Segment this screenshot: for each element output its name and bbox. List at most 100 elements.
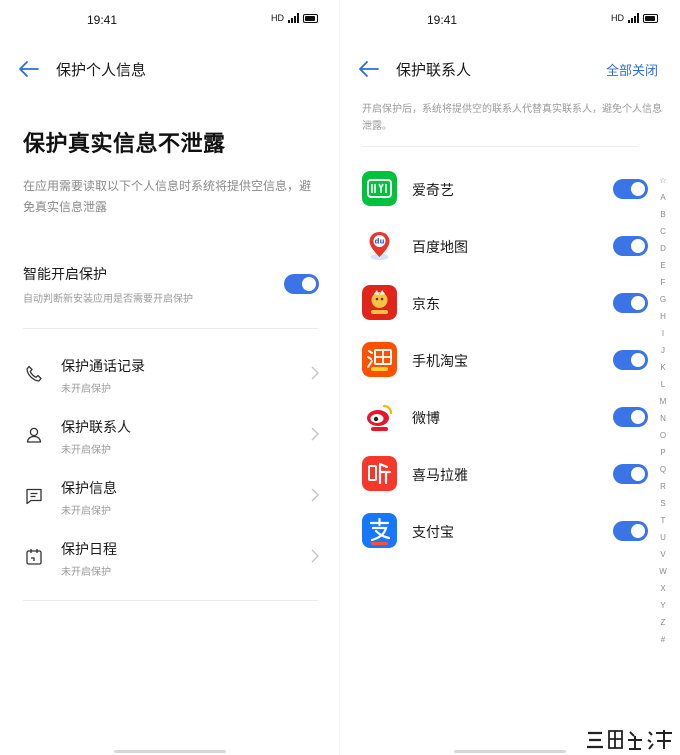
smart-protect-toggle[interactable] xyxy=(284,274,319,294)
status-bar: 19:41 HD xyxy=(340,10,680,32)
menu-item-contacts[interactable]: 保护联系人 未开启保护 xyxy=(0,413,340,463)
app-toggle-iqiyi[interactable] xyxy=(613,179,648,199)
app-row-baidu-map: du 百度地图 xyxy=(340,226,680,266)
index-letter[interactable]: P xyxy=(656,448,670,465)
index-letter[interactable]: ☆ xyxy=(656,176,670,193)
index-letter[interactable]: U xyxy=(656,533,670,550)
status-time: 19:41 xyxy=(427,13,458,27)
app-row-taobao: 手机淘宝 xyxy=(340,340,680,380)
app-name: 喜马拉雅 xyxy=(412,468,468,484)
index-letter[interactable]: C xyxy=(656,227,670,244)
index-letter[interactable]: R xyxy=(656,482,670,499)
index-letter[interactable]: X xyxy=(656,584,670,601)
app-row-jd: 京东 xyxy=(340,283,680,323)
battery-icon xyxy=(303,13,318,23)
app-toggle-alipay[interactable] xyxy=(613,521,648,541)
header: 保护个人信息 xyxy=(0,56,340,82)
status-icons: HD xyxy=(271,13,318,23)
message-icon xyxy=(26,488,42,505)
app-name: 手机淘宝 xyxy=(412,354,468,370)
chevron-right-icon xyxy=(311,549,319,563)
app-toggle-jd[interactable] xyxy=(613,293,648,313)
battery-icon xyxy=(643,13,658,23)
app-row-weibo: 微博 xyxy=(340,397,680,437)
contacts-description: 开启保护后，系统将提供空的联系人代替真实联系人，避免个人信息泄露。 xyxy=(362,104,662,132)
protect-contacts-screen: 19:41 HD 保护联系人 全部关闭 开启保护后，系统将提供空的联系人代替真实… xyxy=(340,0,680,755)
divider xyxy=(23,328,318,329)
index-letter[interactable]: D xyxy=(656,244,670,261)
contact-icon xyxy=(26,427,42,443)
alphabet-index-bar[interactable]: ☆ A B C D E F G H I J K L M N O P Q R S … xyxy=(656,176,670,652)
app-toggle-ximalaya[interactable] xyxy=(613,464,648,484)
menu-item-label: 保护信息 xyxy=(61,481,117,497)
alipay-icon xyxy=(362,513,397,548)
app-name: 百度地图 xyxy=(412,240,468,256)
app-name: 爱奇艺 xyxy=(412,183,454,199)
back-arrow-icon[interactable] xyxy=(358,60,380,78)
divider xyxy=(362,146,638,147)
menu-item-status: 未开启保护 xyxy=(61,384,111,395)
index-letter[interactable]: G xyxy=(656,295,670,312)
index-letter[interactable]: B xyxy=(656,210,670,227)
divider xyxy=(23,600,318,601)
hero-description: 在应用需要读取以下个人信息时系统将提供空信息，避免真实信息泄露 xyxy=(23,179,312,214)
signal-icon xyxy=(628,13,639,23)
close-all-button[interactable]: 全部关闭 xyxy=(606,60,658,79)
index-letter[interactable]: E xyxy=(656,261,670,278)
index-letter[interactable]: M xyxy=(656,397,670,414)
smart-protect-label: 智能开启保护 xyxy=(23,267,107,283)
menu-item-status: 未开启保护 xyxy=(61,445,111,456)
smart-protect-row: 智能开启保护 自动判断新安装应用是否需要开启保护 xyxy=(23,264,319,314)
app-name: 京东 xyxy=(412,297,440,313)
iqiyi-icon xyxy=(362,171,397,206)
index-letter[interactable]: K xyxy=(656,363,670,380)
svg-text:du: du xyxy=(375,238,385,246)
index-letter[interactable]: Z xyxy=(656,618,670,635)
home-indicator[interactable] xyxy=(114,750,226,753)
menu-item-messages[interactable]: 保护信息 未开启保护 xyxy=(0,474,340,524)
app-toggle-taobao[interactable] xyxy=(613,350,648,370)
chevron-right-icon xyxy=(311,366,319,380)
menu-item-label: 保护日程 xyxy=(61,542,117,558)
back-arrow-icon[interactable] xyxy=(18,60,40,78)
weibo-icon xyxy=(362,399,397,434)
menu-item-status: 未开启保护 xyxy=(61,506,111,517)
index-letter[interactable]: # xyxy=(656,635,670,652)
menu-item-calendar[interactable]: 保护日程 未开启保护 xyxy=(0,535,340,585)
menu-item-label: 保护通话记录 xyxy=(61,359,145,375)
index-letter[interactable]: I xyxy=(656,329,670,346)
status-time: 19:41 xyxy=(87,13,118,27)
index-letter[interactable]: Q xyxy=(656,465,670,482)
index-letter[interactable]: O xyxy=(656,431,670,448)
menu-item-call-log[interactable]: 保护通话记录 未开启保护 xyxy=(0,352,340,402)
signal-icon xyxy=(288,13,299,23)
index-letter[interactable]: Y xyxy=(656,601,670,618)
index-letter[interactable]: A xyxy=(656,193,670,210)
app-toggle-baidu-map[interactable] xyxy=(613,236,648,256)
chevron-right-icon xyxy=(311,427,319,441)
index-letter[interactable]: H xyxy=(656,312,670,329)
home-indicator[interactable] xyxy=(454,750,566,753)
status-icons: HD xyxy=(611,13,658,23)
index-letter[interactable]: L xyxy=(656,380,670,397)
index-letter[interactable]: J xyxy=(656,346,670,363)
chevron-right-icon xyxy=(311,488,319,502)
index-letter[interactable]: W xyxy=(656,567,670,584)
taobao-icon xyxy=(362,342,397,377)
app-name: 支付宝 xyxy=(412,525,454,541)
index-letter[interactable]: S xyxy=(656,499,670,516)
app-toggle-weibo[interactable] xyxy=(613,407,648,427)
hd-label: HD xyxy=(611,13,624,23)
app-row-alipay: 支付宝 xyxy=(340,511,680,551)
menu-item-status: 未开启保护 xyxy=(61,567,111,578)
index-letter[interactable]: F xyxy=(656,278,670,295)
app-row-ximalaya: 喜马拉雅 xyxy=(340,454,680,494)
jd-icon xyxy=(362,285,397,320)
site-watermark-logo xyxy=(582,727,678,753)
ximalaya-icon xyxy=(362,456,397,491)
index-letter[interactable]: N xyxy=(656,414,670,431)
index-letter[interactable]: T xyxy=(656,516,670,533)
app-row-iqiyi: 爱奇艺 xyxy=(340,169,680,209)
page-title: 保护联系人 xyxy=(396,61,472,79)
index-letter[interactable]: V xyxy=(656,550,670,567)
